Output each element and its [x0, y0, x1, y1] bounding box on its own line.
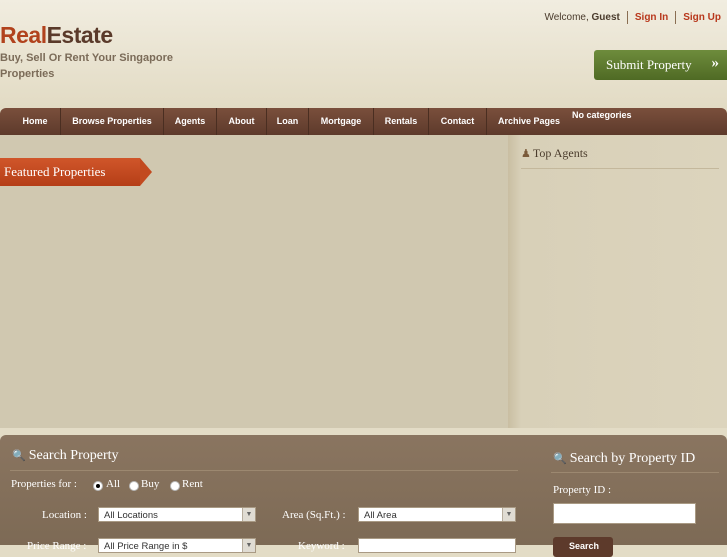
nav-about[interactable]: About — [217, 108, 267, 135]
search-button[interactable]: Search — [553, 537, 613, 557]
user-bar: Welcome, Guest Sign In Sign Up — [544, 11, 721, 24]
area-select[interactable]: All Area ▼ — [358, 507, 516, 522]
radio-buy-label: Buy — [141, 478, 160, 490]
nav-agents[interactable]: Agents — [164, 108, 217, 135]
area-label: Area (Sq.Ft.) : — [282, 509, 346, 521]
price-range-select[interactable]: All Price Range in $ ▼ — [98, 538, 256, 553]
property-id-label: Property ID : — [553, 484, 612, 496]
site-logo[interactable]: RealEstate — [0, 22, 113, 49]
search-property-label: Search Property — [28, 448, 119, 463]
sign-in-link[interactable]: Sign In — [635, 12, 668, 23]
radio-rent[interactable] — [170, 481, 180, 491]
dropdown-arrow-icon: ▼ — [242, 539, 255, 552]
area-value: All Area — [364, 510, 397, 521]
property-id-input[interactable] — [553, 503, 696, 524]
nav-mortgage[interactable]: Mortgage — [309, 108, 374, 135]
divider — [521, 168, 719, 169]
nav-loan[interactable]: Loan — [267, 108, 309, 135]
logo-real: Real — [0, 22, 47, 48]
divider — [675, 11, 677, 24]
nav-browse-properties[interactable]: Browse Properties — [61, 108, 164, 135]
radio-all-label: All — [106, 478, 121, 490]
search-by-id-label: Search by Property ID — [569, 451, 696, 466]
radio-all[interactable] — [93, 481, 103, 491]
user-name: Guest — [591, 12, 620, 23]
featured-tab-arrow — [140, 158, 152, 186]
top-agents-heading: ♟ Top Agents — [521, 146, 588, 161]
search-button-label: Search — [569, 541, 600, 551]
main-nav: Home Browse Properties Agents About Loan… — [0, 108, 727, 135]
price-range-value: All Price Range in $ — [104, 541, 188, 552]
nav-contact[interactable]: Contact — [429, 108, 487, 135]
nav-archive-pages[interactable]: Archive Pages — [487, 108, 571, 135]
nav-home[interactable]: Home — [10, 108, 61, 135]
location-select[interactable]: All Locations ▼ — [98, 507, 256, 522]
featured-properties-heading: Featured Properties — [0, 158, 140, 186]
divider — [551, 472, 719, 473]
divider — [626, 11, 628, 24]
keyword-input[interactable] — [358, 538, 516, 553]
top-agents-label: Top Agents — [532, 146, 588, 160]
agent-icon: ♟ — [521, 148, 531, 160]
location-value: All Locations — [104, 510, 158, 521]
search-property-heading: 🔍 Search Property — [12, 448, 119, 464]
submit-property-button[interactable]: Submit Property » — [594, 50, 727, 80]
radio-rent-label: Rent — [182, 478, 203, 490]
sign-up-link[interactable]: Sign Up — [683, 12, 721, 23]
sidebar — [508, 135, 727, 428]
location-label: Location : — [42, 509, 87, 521]
site-tagline: Buy, Sell Or Rent Your Singapore Propert… — [0, 52, 173, 80]
logo-estate: Estate — [46, 22, 114, 48]
magnifier-icon: 🔍 — [553, 453, 567, 465]
search-by-id-heading: 🔍 Search by Property ID — [553, 451, 695, 467]
double-arrow-icon: » — [711, 55, 720, 71]
dropdown-arrow-icon: ▼ — [502, 508, 515, 521]
nav-no-categories: No categories — [572, 110, 632, 120]
submit-property-label: Submit Property — [606, 57, 692, 72]
welcome-text: Welcome, — [544, 12, 589, 23]
dropdown-arrow-icon: ▼ — [242, 508, 255, 521]
divider — [10, 470, 518, 471]
properties-for-label: Properties for : — [11, 478, 77, 490]
radio-buy[interactable] — [129, 481, 139, 491]
nav-rentals[interactable]: Rentals — [374, 108, 429, 135]
price-range-label: Price Range : — [27, 540, 87, 552]
magnifier-icon: 🔍 — [12, 450, 26, 462]
keyword-label: Keyword : — [298, 540, 345, 552]
